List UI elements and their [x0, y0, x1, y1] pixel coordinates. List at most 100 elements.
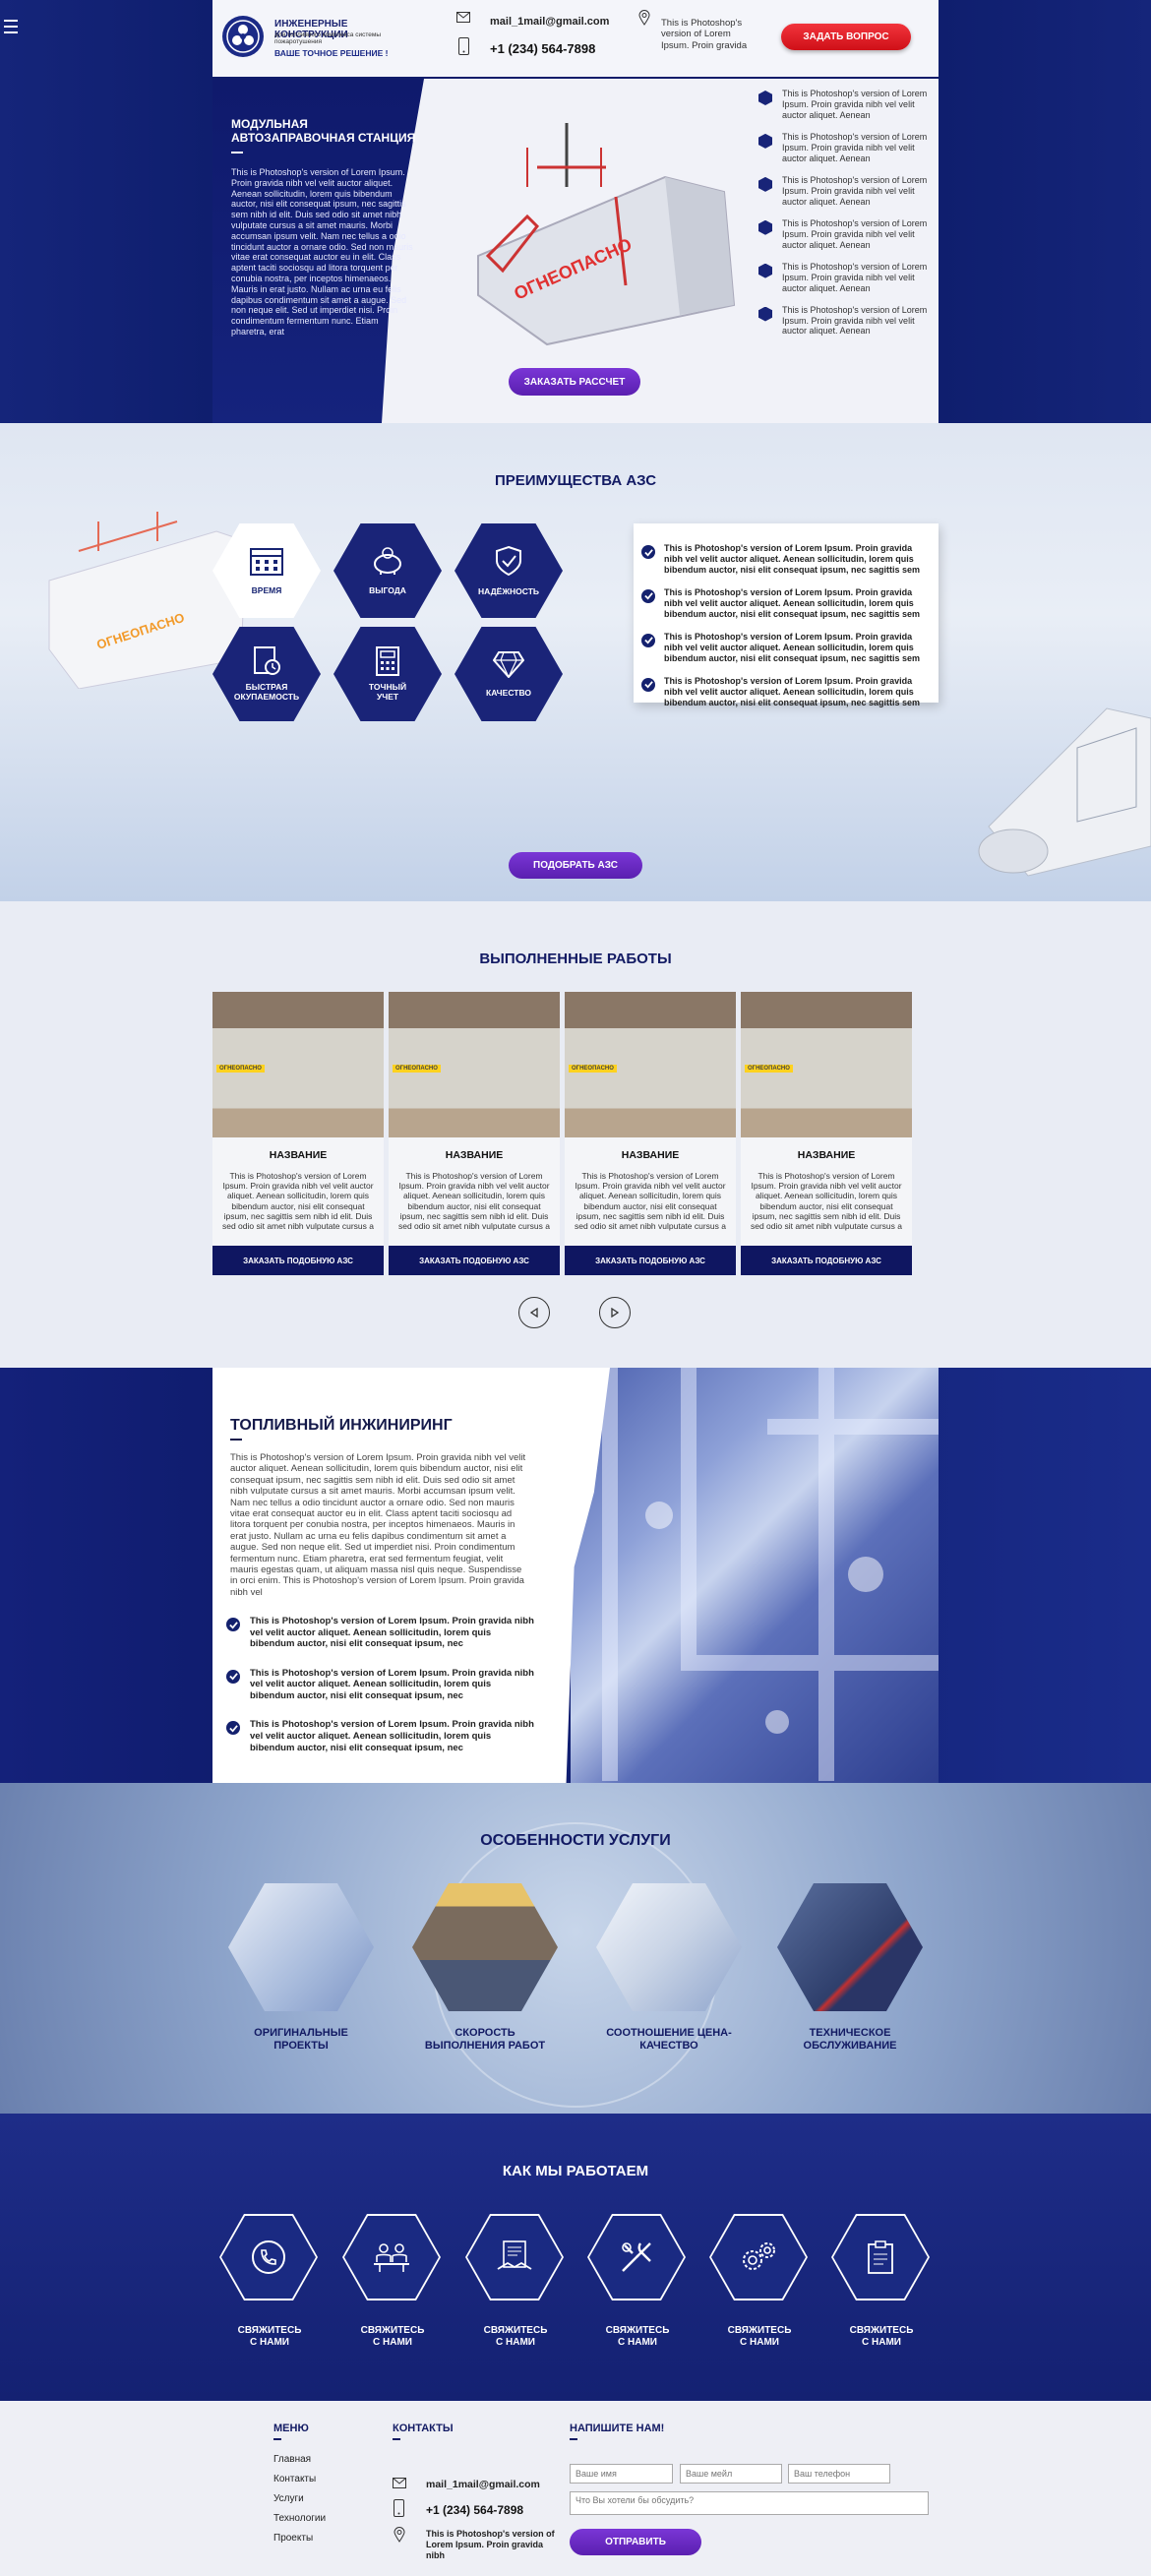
advantage-benefit: ВЫГОДА	[333, 523, 442, 618]
location-icon	[638, 10, 650, 26]
order-similar-button[interactable]: ЗАКАЗАТЬ ПОДОБНУЮ АЗС	[389, 1246, 560, 1275]
step-item: СВЯЖИТЕСЬ С НАМИ	[709, 2214, 810, 2349]
tools-icon	[622, 2242, 651, 2272]
phone-icon	[394, 2499, 404, 2517]
footer-menu-item[interactable]: Главная	[273, 2454, 326, 2474]
carousel-next-button[interactable]	[599, 1297, 631, 1328]
header-phone[interactable]: +1 (234) 564-7898	[490, 41, 595, 56]
tank-warning-label: ОГНЕОПАСНО	[393, 1065, 441, 1073]
service-photo-maintenance	[777, 1883, 923, 2011]
step-hexagon	[587, 2214, 686, 2300]
hexagon-bullet-icon	[758, 133, 772, 149]
hexagon-bullet-icon	[758, 219, 772, 235]
service-label: СКОРОСТЬ ВЫПОЛНЕНИЯ РАБОТ	[424, 2027, 546, 2053]
contract-handshake-icon	[497, 2240, 532, 2270]
phone-input[interactable]	[788, 2464, 890, 2484]
mail-icon	[456, 12, 470, 23]
ask-question-button[interactable]: ЗАДАТЬ ВОПРОС	[781, 24, 911, 50]
feature-list-item: This is Photoshop's version of Lorem Ips…	[758, 305, 936, 337]
footer-phone[interactable]: +1 (234) 564-7898	[426, 2503, 523, 2517]
work-card-text: This is Photoshop's version of Lorem Ips…	[397, 1171, 551, 1231]
work-card-name: НАЗВАНИЕ	[445, 1149, 504, 1161]
works-cards: ОГНЕОПАСНО НАЗВАНИЕ This is Photoshop's …	[212, 992, 913, 1275]
engineering-text: This is Photoshop's version of Lorem Ips…	[230, 1452, 526, 1598]
step-hexagon	[342, 2214, 441, 2300]
checkmark-icon	[641, 545, 655, 559]
service-label: ТЕХНИЧЕСКОЕ ОБСЛУЖИВАНИЕ	[803, 2027, 897, 2053]
step-label: СВЯЖИТЕСЬ С НАМИ	[849, 2325, 914, 2348]
work-card: ОГНЕОПАСНО НАЗВАНИЕ This is Photoshop's …	[741, 992, 912, 1275]
advantages-title: ПРЕИМУЩЕСТВА АЗС	[494, 472, 657, 489]
work-card: ОГНЕОПАСНО НАЗВАНИЕ This is Photoshop's …	[389, 992, 560, 1275]
send-button[interactable]: ОТПРАВИТЬ	[570, 2529, 701, 2555]
name-input[interactable]	[570, 2464, 673, 2484]
calendar-icon	[250, 548, 283, 576]
work-card-text: This is Photoshop's version of Lorem Ips…	[221, 1171, 375, 1231]
location-icon	[394, 2527, 405, 2543]
order-similar-button[interactable]: ЗАКАЗАТЬ ПОДОБНУЮ АЗС	[741, 1246, 912, 1275]
footer-contacts-underline	[393, 2438, 400, 2440]
email-input[interactable]	[680, 2464, 782, 2484]
calculator-icon	[376, 646, 399, 677]
fuel-station-tank-illustration: ОГНЕОПАСНО	[477, 123, 736, 346]
select-station-button[interactable]: ПОДОБРАТЬ АЗС	[509, 852, 642, 879]
message-textarea[interactable]	[570, 2491, 929, 2515]
engineering-points: This is Photoshop's version of Lorem Ips…	[226, 1616, 537, 1753]
triangle-left-icon	[529, 1308, 538, 1318]
hero-title: МОДУЛЬНАЯ АВТОЗАПРАВОЧНАЯ СТАНЦИЯ	[231, 117, 416, 145]
advantage-label: ВЫГОДА	[369, 585, 406, 595]
logo-slogan: ВАШЕ ТОЧНОЕ РЕШЕНИЕ !	[274, 48, 389, 58]
step-label: СВЯЖИТЕСЬ С НАМИ	[727, 2325, 792, 2348]
service-section: ОСОБЕННОСТИ УСЛУГИ ОРИГИНАЛЬНЫЕ ПРОЕКТЫ …	[0, 1783, 1151, 2114]
checkmark-icon	[226, 1618, 240, 1631]
order-similar-button[interactable]: ЗАКАЗАТЬ ПОДОБНУЮ АЗС	[212, 1246, 384, 1275]
order-calculation-button[interactable]: ЗАКАЗАТЬ РАССЧЕТ	[509, 368, 640, 396]
footer-menu-item[interactable]: Проекты	[273, 2533, 326, 2552]
triangle-right-icon	[611, 1308, 620, 1318]
footer-menu: Главная Контакты Услуги Технологии Проек…	[273, 2454, 326, 2552]
hexagon-bullet-icon	[758, 176, 772, 192]
footer-menu-item[interactable]: Технологии	[273, 2513, 326, 2533]
hexagon-bullet-icon	[758, 91, 772, 105]
header-email[interactable]: mail_1mail@gmail.com	[490, 16, 609, 28]
how-we-work-section: КАК МЫ РАБОТАЕМ СВЯЖИТЕСЬ С НАМИ СВЯЖИТЕ…	[0, 2114, 1151, 2401]
hamburger-icon[interactable]	[4, 20, 18, 33]
feature-list-item: This is Photoshop's version of Lorem Ips…	[758, 218, 936, 251]
feature-list-item: This is Photoshop's version of Lorem Ips…	[758, 175, 936, 208]
works-title: ВЫПОЛНЕННЫЕ РАБОТЫ	[479, 951, 672, 967]
work-photo: ОГНЕОПАСНО	[565, 992, 736, 1137]
order-similar-button[interactable]: ЗАКАЗАТЬ ПОДОБНУЮ АЗС	[565, 1246, 736, 1275]
work-card-name: НАЗВАНИЕ	[797, 1149, 856, 1161]
feature-list-item: This is Photoshop's version of Lorem Ips…	[758, 89, 936, 121]
advantage-accounting: ТОЧНЫЙ УЧЕТ	[333, 627, 442, 721]
advantage-label: ВРЕМЯ	[251, 585, 282, 595]
logo[interactable]: ИНЖЕНЕРНЫЕ КОНСТРУКЦИИ для топливного ко…	[220, 14, 412, 63]
footer-menu-item[interactable]: Услуги	[273, 2493, 326, 2513]
step-label: СВЯЖИТЕСЬ С НАМИ	[605, 2325, 670, 2348]
feature-list-item: This is Photoshop's version of Lorem Ips…	[758, 262, 936, 294]
service-label: ОРИГИНАЛЬНЫЕ ПРОЕКТЫ	[254, 2027, 348, 2053]
footer-menu-item[interactable]: Контакты	[273, 2474, 326, 2493]
feature-list-item: This is Photoshop's version of Lorem Ips…	[758, 132, 936, 164]
engineering-title: ТОПЛИВНЫЙ ИНЖИНИРИНГ	[230, 1417, 453, 1434]
piggy-bank-icon	[374, 547, 401, 575]
footer: МЕНЮ Главная Контакты Услуги Технологии …	[0, 2401, 1151, 2576]
clipboard-icon	[868, 2240, 893, 2274]
footer-email[interactable]: mail_1mail@gmail.com	[426, 2479, 540, 2490]
advantage-label: КАЧЕСТВО	[486, 688, 531, 698]
header-address: This is Photoshop's version of Lorem Ips…	[661, 18, 748, 51]
work-card: ОГНЕОПАСНО НАЗВАНИЕ This is Photoshop's …	[212, 992, 384, 1275]
footer-address: This is Photoshop's version of Lorem Ips…	[426, 2529, 555, 2560]
work-card-name: НАЗВАНИЕ	[621, 1149, 680, 1161]
footer-form-title: НАПИШИТЕ НАМ!	[570, 2423, 665, 2434]
checkmark-icon	[641, 677, 655, 692]
work-card-name: НАЗВАНИЕ	[269, 1149, 328, 1161]
hero-title-underline	[231, 152, 243, 153]
tank-warning-label: ОГНЕОПАСНО	[745, 1065, 793, 1073]
engineering-photo	[571, 1368, 939, 1783]
step-item: СВЯЖИТЕСЬ С НАМИ	[587, 2214, 688, 2349]
step-hexagon	[465, 2214, 564, 2300]
carousel-prev-button[interactable]	[518, 1297, 550, 1328]
engineering-title-underline	[230, 1439, 242, 1441]
engineering-section: ТОПЛИВНЫЙ ИНЖИНИРИНГ This is Photoshop's…	[0, 1368, 1151, 1783]
